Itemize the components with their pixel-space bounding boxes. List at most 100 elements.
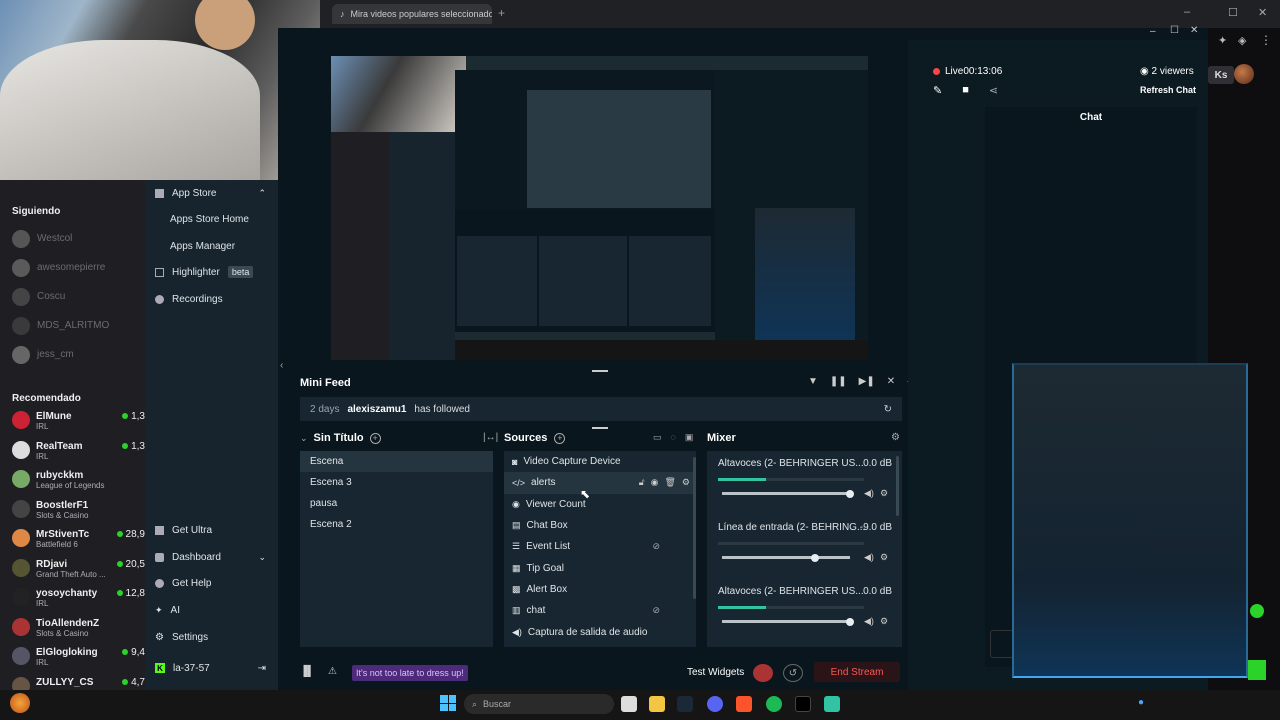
nav-app-store[interactable]: App Store ⌃ — [145, 180, 278, 206]
logout-icon[interactable]: ⇥ — [258, 663, 266, 674]
eye-icon[interactable]: ◉ — [651, 477, 659, 488]
browser-close-button[interactable]: ✕ — [1258, 6, 1267, 19]
speaker-icon[interactable]: ◀) — [864, 488, 874, 499]
recommended-channel[interactable]: RDjavi Grand Theft Auto ... 20,5 — [12, 558, 145, 589]
pause-icon[interactable]: ❚❚ — [830, 376, 847, 387]
following-item[interactable]: MDS_ALRITMO — [12, 311, 142, 340]
folder-icon[interactable]: ▣ — [685, 432, 694, 443]
scene-item[interactable]: Escena 3 — [300, 472, 493, 493]
sl-maximize-button[interactable]: ☐ — [1170, 25, 1179, 36]
spotify-icon[interactable] — [766, 696, 782, 712]
source-item[interactable]: ◉ Viewer Count — [504, 494, 696, 515]
source-item[interactable]: ☰ Event List ⊘ — [504, 536, 696, 557]
recommended-channel[interactable]: TioAllendenZ Slots & Casino — [12, 617, 145, 648]
recommended-channel[interactable]: ElMune IRL 1,3 — [12, 411, 145, 441]
volume-slider[interactable] — [722, 617, 854, 626]
volume-knob[interactable] — [846, 617, 854, 626]
following-item[interactable]: awesomepierre — [12, 253, 142, 282]
nav-ai[interactable]: ✦ AI — [145, 597, 180, 623]
end-stream-button[interactable]: End Stream — [814, 662, 900, 682]
stream-preview[interactable] — [331, 56, 868, 360]
resize-handle[interactable] — [592, 370, 608, 372]
speaker-icon[interactable]: ◀) — [864, 552, 874, 563]
skip-icon[interactable]: ▶❚ — [859, 376, 875, 387]
speaker-icon[interactable]: ◀) — [864, 616, 874, 627]
sources-scrollbar[interactable] — [693, 457, 696, 599]
source-item[interactable]: ▦ Tip Goal — [504, 557, 696, 578]
source-item[interactable]: ▥ chat ⊘ — [504, 600, 696, 621]
recommended-channel[interactable]: BoostlerF1 Slots & Casino — [12, 499, 145, 530]
recommended-channel[interactable]: RealTeam IRL 1,3 — [12, 440, 145, 471]
windows-start-icon[interactable] — [440, 695, 456, 711]
trash-icon[interactable]: 🗑︎ — [664, 477, 675, 488]
filter-icon[interactable]: ▼ — [808, 376, 818, 387]
source-item[interactable]: ◀) Captura de salida de audio — [504, 621, 696, 642]
volume-knob[interactable] — [811, 553, 820, 562]
recommended-channel[interactable]: ElGlogloking IRL 9,4 — [12, 647, 145, 677]
discord-icon[interactable] — [707, 696, 723, 712]
video-icon[interactable]: ■ — [962, 84, 969, 97]
new-tab-button[interactable]: + — [498, 6, 505, 20]
streamlabs-icon[interactable] — [824, 696, 840, 712]
file-explorer-icon[interactable] — [649, 696, 665, 712]
mute-alerts-icon[interactable]: ✕ — [887, 376, 895, 387]
gear-icon[interactable]: ⚙ — [880, 616, 888, 627]
source-item[interactable]: ▤ Chat Box — [504, 515, 696, 536]
profile-badge[interactable]: Ks — [1208, 66, 1234, 84]
nav-apps-manager[interactable]: Apps Manager — [145, 233, 235, 259]
recommended-channel[interactable]: rubyckkm League of Legends — [12, 470, 145, 500]
refresh-chat-button[interactable]: Refresh Chat — [1140, 85, 1196, 95]
volume-knob[interactable] — [846, 489, 854, 498]
nav-highlighter[interactable]: Highlighter beta — [145, 259, 254, 285]
steam-icon[interactable] — [677, 696, 693, 712]
volume-slider[interactable] — [722, 553, 850, 562]
following-item[interactable]: jess_cm — [12, 340, 142, 369]
group-icon[interactable]: ▭ — [653, 432, 662, 443]
scene-item[interactable]: Escena 2 — [300, 514, 493, 535]
eye-off-icon[interactable]: ⊘ — [652, 541, 660, 552]
chevron-left-icon[interactable]: ‹ — [280, 360, 283, 371]
sl-close-button[interactable]: ✕ — [1190, 25, 1198, 36]
gear-icon[interactable]: ⚙ — [880, 552, 888, 563]
chat-send-button[interactable] — [1248, 660, 1266, 680]
tiktok-icon[interactable] — [795, 696, 811, 712]
share-icon[interactable]: ⋖ — [989, 84, 998, 97]
scene-item[interactable]: Escena — [300, 451, 493, 472]
test-widgets-label[interactable]: Test Widgets — [687, 667, 744, 678]
extensions-icon[interactable]: ✦ — [1218, 34, 1227, 47]
nav-user[interactable]: K la-37-57 ⇥ — [145, 655, 278, 681]
brave-icon[interactable] — [736, 696, 752, 712]
mic-icon[interactable]: ● — [1138, 697, 1144, 708]
mixer-settings-icon[interactable]: ⚙ — [891, 432, 900, 443]
nav-get-help[interactable]: Get Help — [145, 570, 211, 596]
stats-icon[interactable]: ▐▌ — [300, 666, 314, 677]
nav-settings[interactable]: ⚙ Settings — [145, 624, 208, 650]
source-item[interactable]: </> alerts 🔓︎ ◉ 🗑︎ ⚙ — [504, 472, 696, 494]
shield-icon[interactable]: ◈ — [1238, 34, 1246, 47]
browser-minimize-button[interactable]: – — [1184, 6, 1190, 18]
gear-icon[interactable]: ⚙ — [682, 477, 690, 488]
task-view-icon[interactable] — [621, 696, 637, 712]
lock-icon[interactable]: 🔓︎ — [639, 477, 645, 488]
volume-slider[interactable] — [722, 489, 854, 498]
replay-buffer-button[interactable]: ↺ — [783, 664, 803, 682]
alert-icon[interactable]: ⚠ — [328, 666, 337, 677]
nav-dashboard[interactable]: Dashboard ⌄ — [145, 544, 278, 570]
nav-recordings[interactable]: Recordings — [145, 286, 223, 312]
transition-icon[interactable]: |↔| — [483, 432, 498, 443]
mixer-scrollbar[interactable] — [896, 456, 899, 516]
refresh-icon[interactable]: ↻ — [884, 404, 892, 415]
chevron-down-icon[interactable]: ⌄ — [300, 433, 308, 444]
browser-maximize-button[interactable]: ☐ — [1228, 6, 1238, 19]
following-item[interactable]: Coscu — [12, 282, 142, 311]
nav-get-ultra[interactable]: Get Ultra — [145, 517, 212, 543]
avatar[interactable] — [1234, 64, 1254, 84]
eye-off-icon[interactable]: ⊘ — [652, 605, 660, 616]
add-source-icon[interactable]: + — [554, 432, 566, 444]
promo-banner[interactable]: It's not too late to dress up! — [352, 665, 468, 681]
nav-apps-store-home[interactable]: Apps Store Home — [145, 206, 249, 232]
recommended-channel[interactable]: yosoychanty IRL 12,8 — [12, 588, 145, 618]
scene-item[interactable]: pausa — [300, 493, 493, 514]
following-item[interactable]: Westcol — [12, 224, 142, 253]
pencil-icon[interactable]: ✎ — [933, 84, 942, 97]
